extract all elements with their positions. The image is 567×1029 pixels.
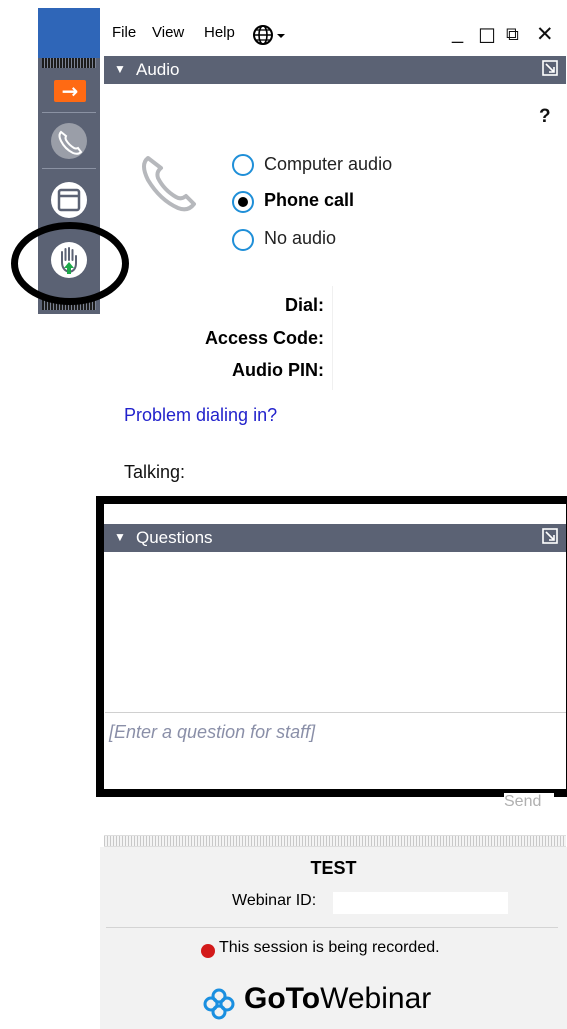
strip-divider xyxy=(42,168,96,169)
collapse-triangle-icon: ▼ xyxy=(114,62,126,76)
radio-label-no-audio[interactable]: No audio xyxy=(264,228,336,249)
problem-dialing-link[interactable]: Problem dialing in? xyxy=(124,405,277,426)
highlight-ellipse xyxy=(11,222,129,305)
gotowebinar-logo-text: GoToWebinar xyxy=(244,982,431,1016)
radio-computer-audio[interactable] xyxy=(232,154,254,176)
strip-top-band xyxy=(38,8,100,58)
recording-dot-icon xyxy=(201,944,215,958)
menu-help[interactable]: Help xyxy=(204,24,235,41)
window-icon xyxy=(51,182,87,218)
radio-selected-dot xyxy=(238,197,248,207)
dial-info-box xyxy=(332,286,539,390)
resize-divider[interactable] xyxy=(104,835,566,847)
popout-button[interactable]: ⧉ xyxy=(506,24,519,45)
audio-section-title: Audio xyxy=(136,60,180,79)
strip-divider xyxy=(42,112,96,113)
close-button[interactable]: ✕ xyxy=(536,22,554,46)
menu-file[interactable]: File xyxy=(112,24,136,41)
audio-help-button[interactable]: ? xyxy=(539,106,551,128)
recording-notice: This session is being recorded. xyxy=(219,939,440,956)
audio-pin-label: Audio PIN: xyxy=(232,360,324,380)
globe-icon xyxy=(253,25,285,45)
menu-view[interactable]: View xyxy=(152,24,184,41)
arrow-right-icon: → xyxy=(61,79,79,103)
collapse-arrow-button[interactable]: → xyxy=(54,80,86,102)
phone-handset-icon xyxy=(142,156,196,212)
gotowebinar-logo-icon xyxy=(203,988,235,1020)
send-button[interactable]: Send xyxy=(504,793,554,819)
talking-label: Talking: xyxy=(124,462,186,482)
highlight-frame xyxy=(96,496,567,797)
audio-toggle-button[interactable] xyxy=(44,118,94,168)
maximize-button[interactable]: ☐ xyxy=(478,24,496,48)
webinar-id-label: Webinar ID: xyxy=(232,892,317,909)
minimize-button[interactable]: _ xyxy=(452,22,463,45)
radio-label-phone-call[interactable]: Phone call xyxy=(264,190,354,211)
audio-section-header[interactable]: ▼ Audio xyxy=(104,56,566,84)
language-menu[interactable] xyxy=(252,24,290,46)
webinar-id-value xyxy=(333,892,508,914)
radio-phone-call[interactable] xyxy=(232,191,254,213)
popout-panel-icon[interactable] xyxy=(542,60,558,76)
dial-label: Dial: xyxy=(284,295,324,315)
brand-regular: Webinar xyxy=(320,982,432,1015)
radio-no-audio[interactable] xyxy=(232,229,254,251)
radio-label-computer-audio[interactable]: Computer audio xyxy=(264,154,392,175)
footer-divider xyxy=(106,927,558,928)
phone-circle-icon xyxy=(51,123,87,159)
access-code-label: Access Code: xyxy=(204,328,324,348)
show-panel-button[interactable] xyxy=(44,176,94,226)
strip-grip-top[interactable] xyxy=(42,58,96,68)
brand-bold: GoTo xyxy=(244,982,321,1015)
webinar-title: TEST xyxy=(310,858,357,878)
